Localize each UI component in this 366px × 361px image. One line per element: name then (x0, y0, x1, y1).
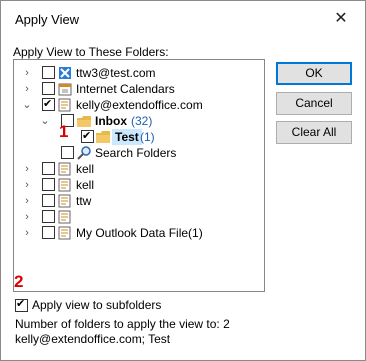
ok-button[interactable]: OK (276, 62, 352, 85)
tree-item-label: My Outlook Data File(1) (76, 226, 203, 240)
folder-tree[interactable]: › ttw3@test.com › Internet Calendars ⌄ k… (13, 59, 265, 292)
folders-section-label: Apply View to These Folders: (13, 45, 169, 59)
tree-row-my-outlook-data-file[interactable]: › My Outlook Data File(1) (14, 225, 262, 241)
chevron-down-icon[interactable]: ⌄ (22, 97, 32, 113)
selected-folders-text: kelly@extendoffice.com; Test (15, 332, 171, 346)
mailbox-folder-icon (57, 209, 73, 225)
close-icon[interactable]: ✕ (331, 9, 351, 29)
chevron-right-icon[interactable]: › (22, 81, 32, 97)
chevron-right-icon[interactable]: › (22, 65, 32, 81)
chevron-down-icon[interactable]: ⌄ (40, 113, 50, 129)
unread-count: (1) (140, 130, 155, 144)
folder-checkbox[interactable] (81, 128, 94, 144)
tree-row-ttw3[interactable]: › ttw3@test.com (14, 65, 262, 81)
cancel-button[interactable]: Cancel (276, 92, 352, 115)
apply-to-subfolders-label: Apply view to subfolders (32, 298, 162, 312)
apply-to-subfolders-checkbox[interactable] (15, 297, 28, 312)
folder-icon (95, 129, 111, 145)
folder-checkbox[interactable] (42, 82, 55, 95)
unread-count: (32) (131, 114, 153, 128)
tree-row-kell-1[interactable]: › kell (14, 161, 262, 177)
annotation-badge-2: 2 (14, 272, 24, 291)
title-bar: Apply View ✕ (1, 1, 365, 37)
window-title: Apply View (15, 12, 80, 27)
tree-item-label: kell (76, 178, 95, 192)
tree-row-inbox[interactable]: ⌄ Inbox (32) (14, 113, 262, 129)
tree-row-search-folders[interactable]: Search Folders (14, 145, 262, 161)
folder-checkbox[interactable] (61, 146, 74, 159)
tree-item-label: kelly@extendoffice.com (76, 98, 203, 112)
folder-checkbox[interactable] (42, 96, 55, 112)
inbox-folder-icon (76, 113, 92, 129)
calendar-folder-icon (57, 81, 73, 97)
search-folder-icon (76, 145, 92, 161)
folder-checkbox[interactable] (42, 66, 55, 79)
mailbox-folder-icon (57, 225, 73, 241)
clear-all-button[interactable]: Clear All (276, 121, 352, 144)
folder-checkbox[interactable] (42, 178, 55, 191)
tree-row-ttw[interactable]: › ttw (14, 193, 262, 209)
chevron-right-icon[interactable]: › (22, 161, 32, 177)
folder-checkbox[interactable] (42, 226, 55, 239)
apply-view-dialog: Apply View ✕ Apply View to These Folders… (0, 0, 366, 361)
tree-row-kell-2[interactable]: › kell (14, 177, 262, 193)
tree-item-label: Internet Calendars (76, 82, 175, 96)
mailbox-folder-icon (57, 97, 73, 113)
tree-row-internet-calendars[interactable]: › Internet Calendars (14, 81, 262, 97)
tree-item-label: Test (112, 129, 142, 145)
folder-count-text: Number of folders to apply the view to: … (15, 317, 230, 331)
chevron-right-icon[interactable]: › (22, 177, 32, 193)
tree-row-test[interactable]: Test (1) (14, 128, 262, 145)
mailbox-folder-icon (57, 177, 73, 193)
mailbox-folder-icon (57, 161, 73, 177)
tree-item-label: kell (76, 162, 95, 176)
tree-item-label: ttw3@test.com (76, 66, 156, 80)
tree-item-label: Inbox (95, 114, 127, 128)
annotation-badge-1: 1 (59, 122, 69, 141)
tree-item-label: Search Folders (95, 146, 177, 160)
chevron-right-icon[interactable]: › (22, 193, 32, 209)
folder-checkbox[interactable] (42, 194, 55, 207)
chevron-right-icon[interactable]: › (22, 209, 32, 225)
tree-item-label: ttw (76, 194, 92, 208)
tree-row-unnamed[interactable]: › (14, 209, 262, 225)
mailbox-folder-icon (57, 193, 73, 209)
tree-row-kelly[interactable]: ⌄ kelly@extendoffice.com (14, 96, 262, 113)
chevron-right-icon[interactable]: › (22, 225, 32, 241)
folder-checkbox[interactable] (42, 162, 55, 175)
exchange-account-icon (57, 65, 73, 81)
folder-checkbox[interactable] (42, 210, 55, 223)
